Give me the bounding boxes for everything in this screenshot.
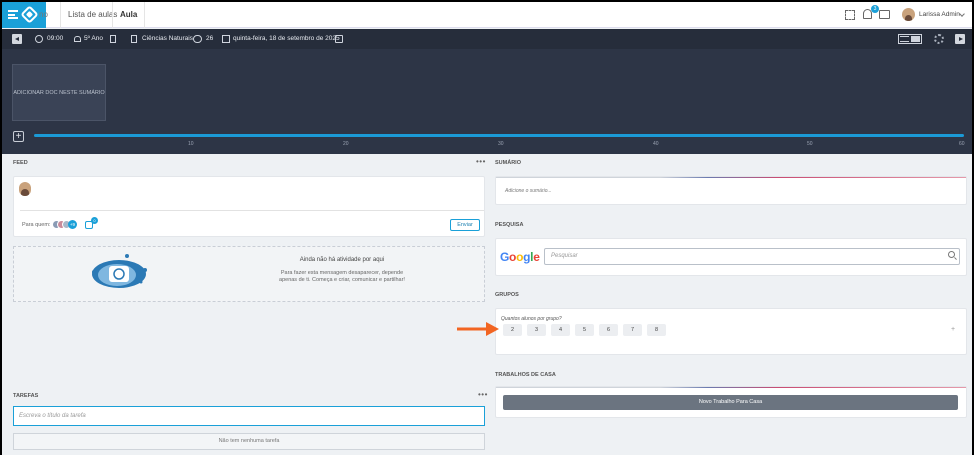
clock-icon xyxy=(35,35,43,43)
group-size-option[interactable]: 5 xyxy=(575,324,594,336)
group-badge: 0 xyxy=(91,217,98,224)
summary-input[interactable]: Adicione o sumário... xyxy=(505,188,552,194)
top-navigation: no Lista de aulas Aula 3 Larissa Admin xyxy=(2,2,972,28)
timeline-tick: 50 xyxy=(807,141,813,147)
students-icon xyxy=(193,35,202,43)
graduation-cap-icon xyxy=(74,36,81,42)
google-logo-letter: e xyxy=(533,250,540,264)
timeline-tick: 30 xyxy=(498,141,504,147)
timeline-tick: 10 xyxy=(188,141,194,147)
app-window: no Lista de aulas Aula 3 Larissa Admin 0… xyxy=(2,2,972,455)
group-size-option[interactable]: 6 xyxy=(599,324,618,336)
group-size-option[interactable]: 3 xyxy=(527,324,546,336)
summary-title: SUMÁRIO xyxy=(495,160,521,166)
group-size-option[interactable]: 8 xyxy=(647,324,666,336)
hamburger-menu-icon[interactable] xyxy=(8,10,18,19)
groups-title: GRUPOS xyxy=(495,292,519,298)
lesson-time: 09:00 xyxy=(47,35,64,42)
search-icon[interactable] xyxy=(948,251,955,258)
tab-inicio[interactable]: no xyxy=(32,2,55,28)
google-logo: Google xyxy=(500,250,540,264)
lesson-date: quinta-feira, 18 de setembro de 2025 xyxy=(233,35,340,42)
user-name[interactable]: Larissa Admin xyxy=(919,2,960,28)
group-size-option[interactable]: 2 xyxy=(503,324,522,336)
calendar-icon xyxy=(222,35,230,43)
feed-empty-title: Ainda não há atividade por aqui xyxy=(299,257,385,263)
annotation-arrow-icon xyxy=(457,322,499,336)
send-button[interactable]: Enviar xyxy=(450,219,480,231)
lesson-grade: 5º Ano xyxy=(84,35,104,42)
feed-composer xyxy=(13,176,485,237)
lesson-subject: Ciências Naturais xyxy=(142,35,193,42)
homework-title: TRABALHOS DE CASA xyxy=(495,372,556,378)
audience-label: Para quem: xyxy=(22,222,51,228)
feed-empty-subtitle: Para fazer esta mensagem desaparecer, de… xyxy=(279,270,405,283)
tasks-empty-state: Não tem nenhuma tarefa xyxy=(13,433,485,450)
google-logo-letter: G xyxy=(500,250,510,264)
audience-count[interactable]: +9 xyxy=(68,220,77,229)
view-toggle[interactable] xyxy=(898,34,922,44)
timeline-tick: 20 xyxy=(343,141,349,147)
new-homework-button[interactable]: Novo Trabalho Para Casa xyxy=(503,395,958,410)
group-size-option[interactable]: 7 xyxy=(623,324,642,336)
composer-avatar xyxy=(19,182,31,196)
summary-accent-line xyxy=(496,177,966,178)
tab-aula[interactable]: Aula xyxy=(112,2,146,28)
research-title: PESQUISA xyxy=(495,222,524,228)
groups-question: Quantos alunos por grupo? xyxy=(501,316,562,322)
timeline-tick: 40 xyxy=(653,141,659,147)
feed-empty-state xyxy=(13,246,485,302)
summary-card[interactable] xyxy=(495,176,967,205)
lesson-timeline[interactable] xyxy=(34,134,964,137)
lesson-students: 26 xyxy=(206,35,214,42)
tasks-menu-icon[interactable]: ••• xyxy=(478,390,488,399)
lesson-header: 09:00 5º Ano Ciências Naturais 26 quinta… xyxy=(2,29,972,154)
previous-lesson-button[interactable] xyxy=(12,34,22,44)
homework-accent-line xyxy=(496,387,966,388)
class-icon xyxy=(110,35,116,43)
fullscreen-icon[interactable] xyxy=(845,10,855,20)
timeline-tick: 60 xyxy=(959,141,965,147)
lesson-info-bar: 09:00 5º Ano Ciências Naturais 26 quinta… xyxy=(2,29,972,49)
group-size-option[interactable]: 4 xyxy=(551,324,570,336)
add-slide-button[interactable]: + xyxy=(13,131,24,142)
grid-view-icon[interactable] xyxy=(911,36,920,42)
more-options-button[interactable]: + xyxy=(951,326,955,333)
add-doc-slot[interactable]: ADICIONAR DOC NESTE SUMÁRIO xyxy=(12,64,106,121)
composer-input-line[interactable] xyxy=(20,210,484,211)
next-lesson-button[interactable] xyxy=(955,34,965,44)
mail-icon[interactable] xyxy=(879,10,890,19)
search-input[interactable]: Pesquisar xyxy=(544,248,960,265)
chevron-down-icon[interactable] xyxy=(959,11,965,17)
task-title-input[interactable]: Escreva o título da tarefa xyxy=(13,406,485,426)
feed-title: FEED xyxy=(13,160,28,166)
feed-menu-icon[interactable]: ••• xyxy=(476,157,486,166)
list-view-icon[interactable] xyxy=(900,36,909,42)
book-icon xyxy=(131,35,137,43)
notes-icon[interactable] xyxy=(335,35,343,43)
gear-icon[interactable] xyxy=(934,34,944,44)
user-avatar[interactable] xyxy=(902,8,915,21)
empty-feed-illustration xyxy=(92,254,147,288)
tasks-title: TAREFAS xyxy=(13,393,39,399)
notification-badge: 3 xyxy=(871,5,879,13)
